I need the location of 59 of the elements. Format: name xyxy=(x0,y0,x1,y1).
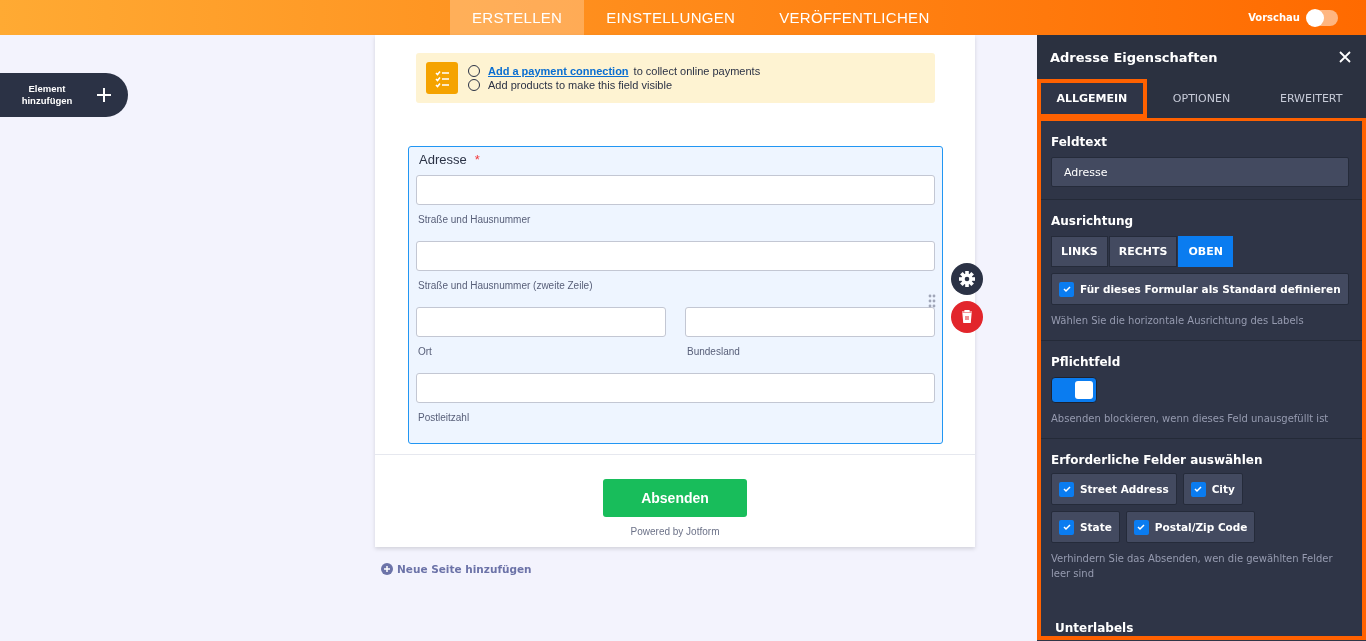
section-heading: Feldtext xyxy=(1051,135,1108,149)
sublabel: Straße und Hausnummer (zweite Zeile) xyxy=(417,279,594,293)
drag-handle-icon[interactable] xyxy=(928,294,936,308)
plus-circle-icon xyxy=(381,563,393,575)
checkbox-chip[interactable]: City xyxy=(1182,473,1243,505)
panel-tab[interactable]: ALLGEMEIN xyxy=(1037,79,1147,118)
checkmark-icon xyxy=(1061,522,1072,532)
trash-icon[interactable] xyxy=(951,301,983,333)
checkmark-icon xyxy=(1193,484,1204,494)
address-input[interactable] xyxy=(416,175,935,205)
checkbox-chip[interactable]: Für dieses Formular als Standard definieren xyxy=(1051,273,1349,305)
checkbox[interactable] xyxy=(1190,481,1206,497)
panel-title: Adresse Eigenschaften xyxy=(1050,49,1218,65)
address-input[interactable] xyxy=(416,373,935,403)
payment-link[interactable]: Add a payment connection xyxy=(488,65,629,77)
checkbox-chip[interactable]: State xyxy=(1051,511,1120,543)
required-toggle[interactable] xyxy=(1051,377,1097,403)
hint-text: Wählen Sie die horizontale Ausrichtung des Labels xyxy=(1051,314,1305,328)
checkbox-chip[interactable]: Street Address xyxy=(1051,473,1177,505)
preview-label: Vorschau xyxy=(1248,12,1300,23)
checkbox-chip[interactable]: Postal/Zip Code xyxy=(1125,511,1256,543)
section-heading: Unterlabels xyxy=(1055,621,1134,635)
preview-toggle[interactable] xyxy=(1308,9,1338,26)
checklist-icon xyxy=(426,62,458,94)
sublabel: Straße und Hausnummer xyxy=(417,213,532,227)
sublabel: Ort xyxy=(417,345,433,359)
checkmark-icon xyxy=(1136,522,1147,532)
field-text-input[interactable]: Adresse xyxy=(1051,157,1349,187)
sublabel: Postleitzahl xyxy=(417,411,471,425)
powered-by-text: Powered by Jotform xyxy=(630,526,720,537)
address-input[interactable] xyxy=(416,307,666,337)
address-input[interactable] xyxy=(416,241,935,271)
section-heading: Erforderliche Felder auswählen xyxy=(1051,453,1264,467)
close-icon[interactable] xyxy=(1339,51,1351,63)
alignment-option[interactable]: OBEN xyxy=(1178,236,1233,267)
alignment-option[interactable]: LINKS xyxy=(1051,236,1108,267)
plus-icon xyxy=(96,87,112,103)
address-input[interactable] xyxy=(685,307,935,337)
checkmark-icon xyxy=(1061,284,1072,294)
hint-text: Verhindern Sie das Absenden, wen die gewählten Felder leer sind xyxy=(1051,552,1334,581)
hint-text: Absenden blockieren, wenn dieses Feld unausgefüllt ist xyxy=(1051,412,1330,426)
sublabel: Bundesland xyxy=(686,345,741,359)
section-heading: Pflichtfeld xyxy=(1051,355,1122,369)
panel-tab[interactable]: OPTIONEN xyxy=(1146,79,1257,118)
checkbox[interactable] xyxy=(1133,519,1149,535)
add-element-button[interactable]: Element hinzufügen xyxy=(0,73,128,117)
alignment-option[interactable]: RECHTS xyxy=(1108,236,1178,267)
section-heading: Ausrichtung xyxy=(1051,214,1135,228)
panel-tab[interactable]: ERWEITERT xyxy=(1256,79,1366,118)
settings-icon[interactable] xyxy=(951,263,983,295)
notice-text: Add products to make this field visible xyxy=(488,79,673,91)
checkbox[interactable] xyxy=(1059,281,1074,297)
checkbox[interactable] xyxy=(1059,481,1074,497)
notice-text: to collect online payments xyxy=(633,65,761,77)
required-asterisk: * xyxy=(474,152,480,167)
checkmark-icon xyxy=(1061,484,1072,494)
add-page-link[interactable]: Neue Seite hinzufügen xyxy=(381,563,975,575)
field-label: Adresse xyxy=(419,152,467,167)
checkbox[interactable] xyxy=(1059,519,1074,535)
